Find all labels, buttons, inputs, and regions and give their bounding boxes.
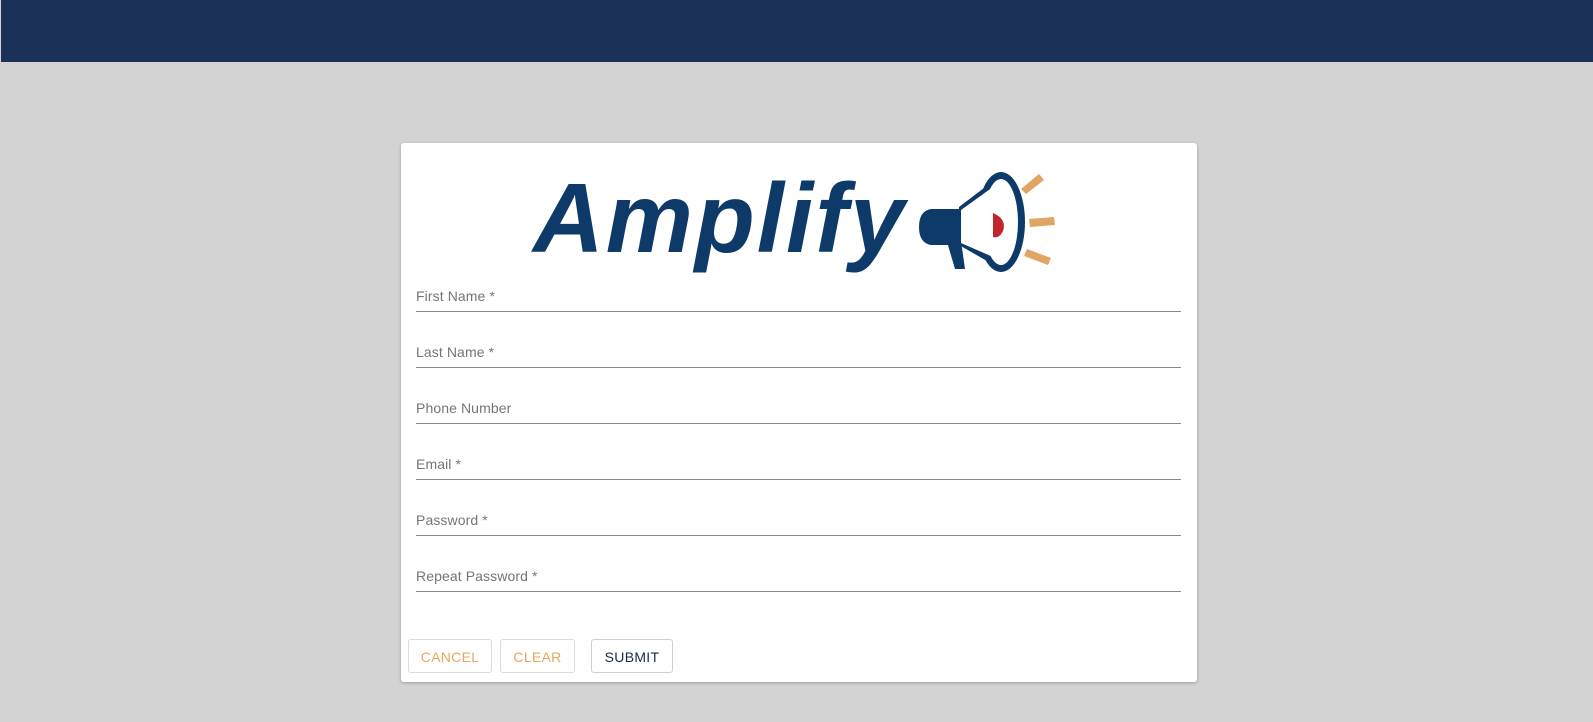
- email-input[interactable]: [416, 451, 1185, 481]
- clear-button[interactable]: CLEAR: [500, 639, 575, 673]
- repeat-password-field[interactable]: Repeat Password *: [416, 563, 1185, 593]
- signup-card: Amplify First Name * Last Name * Phone N…: [401, 143, 1197, 682]
- email-field[interactable]: Email *: [416, 451, 1185, 481]
- logo-graphic: Amplify: [531, 163, 1055, 273]
- svg-text:Amplify: Amplify: [531, 163, 909, 273]
- password-field[interactable]: Password *: [416, 507, 1185, 537]
- first-name-input[interactable]: [416, 283, 1185, 313]
- megaphone-icon: [919, 172, 1055, 272]
- cancel-button[interactable]: CANCEL: [408, 639, 492, 673]
- repeat-password-input[interactable]: [416, 563, 1185, 593]
- last-name-field[interactable]: Last Name *: [416, 339, 1185, 369]
- first-name-field[interactable]: First Name *: [416, 283, 1185, 313]
- phone-number-input[interactable]: [416, 395, 1185, 425]
- submit-button[interactable]: SUBMIT: [591, 639, 673, 673]
- phone-number-field[interactable]: Phone Number: [416, 395, 1185, 425]
- last-name-input[interactable]: [416, 339, 1185, 369]
- top-app-bar: [1, 0, 1593, 62]
- amplify-logo: Amplify: [531, 157, 1071, 279]
- password-input[interactable]: [416, 507, 1185, 537]
